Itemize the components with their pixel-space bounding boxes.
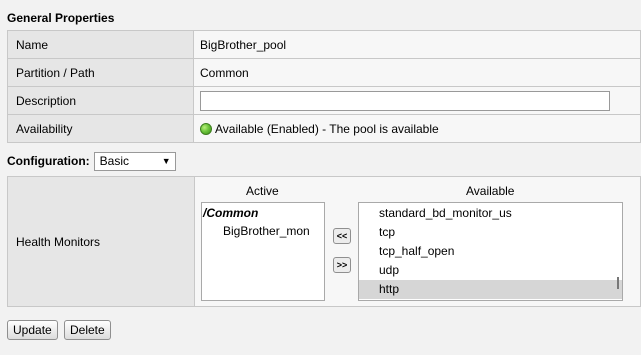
chevron-down-icon: ▼	[161, 156, 171, 166]
available-monitor-item[interactable]: tcp_half_open	[359, 242, 622, 261]
active-heading: Active	[246, 184, 279, 198]
availability-label: Availability	[7, 114, 194, 143]
row-partition: Partition / Path Common	[7, 58, 641, 87]
partition-label: Partition / Path	[7, 58, 194, 87]
delete-button[interactable]: Delete	[64, 320, 111, 340]
list-scrollbar-thumb[interactable]	[617, 277, 619, 289]
active-monitor-item[interactable]: BigBrother_mon	[203, 222, 324, 241]
move-left-button[interactable]: <<	[333, 228, 351, 244]
configuration-select[interactable]: Basic ▼	[93, 151, 176, 171]
row-availability: Availability Available (Enabled) - The p…	[7, 114, 641, 143]
section-title-general-properties: General Properties	[7, 11, 115, 25]
configuration-row: Configuration: Basic ▼	[7, 151, 176, 171]
name-value: BigBrother_pool	[193, 30, 641, 59]
row-description: Description	[7, 86, 641, 115]
available-monitor-item[interactable]: udp	[359, 261, 622, 280]
configuration-label: Configuration:	[7, 154, 90, 168]
description-label: Description	[7, 86, 194, 115]
move-right-button[interactable]: >>	[333, 257, 351, 273]
general-properties-table: Name BigBrother_pool Partition / Path Co…	[7, 30, 641, 143]
row-name: Name BigBrother_pool	[7, 30, 641, 59]
availability-cell: Available (Enabled) - The pool is availa…	[193, 114, 641, 143]
available-monitor-item[interactable]: tcp	[359, 223, 622, 242]
name-label: Name	[7, 30, 194, 59]
active-monitors-list[interactable]: /Common BigBrother_mon	[201, 202, 325, 301]
active-group-header: /Common	[203, 206, 259, 220]
available-monitor-item-selected[interactable]: http	[359, 280, 622, 299]
description-cell	[193, 86, 641, 115]
available-monitors-list[interactable]: standard_bd_monitor_us tcp tcp_half_open…	[358, 202, 623, 301]
health-monitors-cell: Active /Common BigBrother_mon << >> Avai…	[194, 176, 641, 307]
partition-value: Common	[193, 58, 641, 87]
status-available-icon	[200, 122, 212, 135]
health-monitors-label: Health Monitors	[7, 176, 195, 307]
health-monitors-table: Health Monitors Active /Common BigBrothe…	[7, 176, 641, 307]
description-input[interactable]	[200, 90, 610, 111]
update-button[interactable]: Update	[7, 320, 58, 340]
available-monitor-item[interactable]: standard_bd_monitor_us	[359, 204, 622, 223]
availability-value: Available (Enabled) - The pool is availa…	[215, 121, 439, 136]
configuration-selected-value: Basic	[99, 154, 129, 168]
available-heading: Available	[466, 184, 515, 198]
